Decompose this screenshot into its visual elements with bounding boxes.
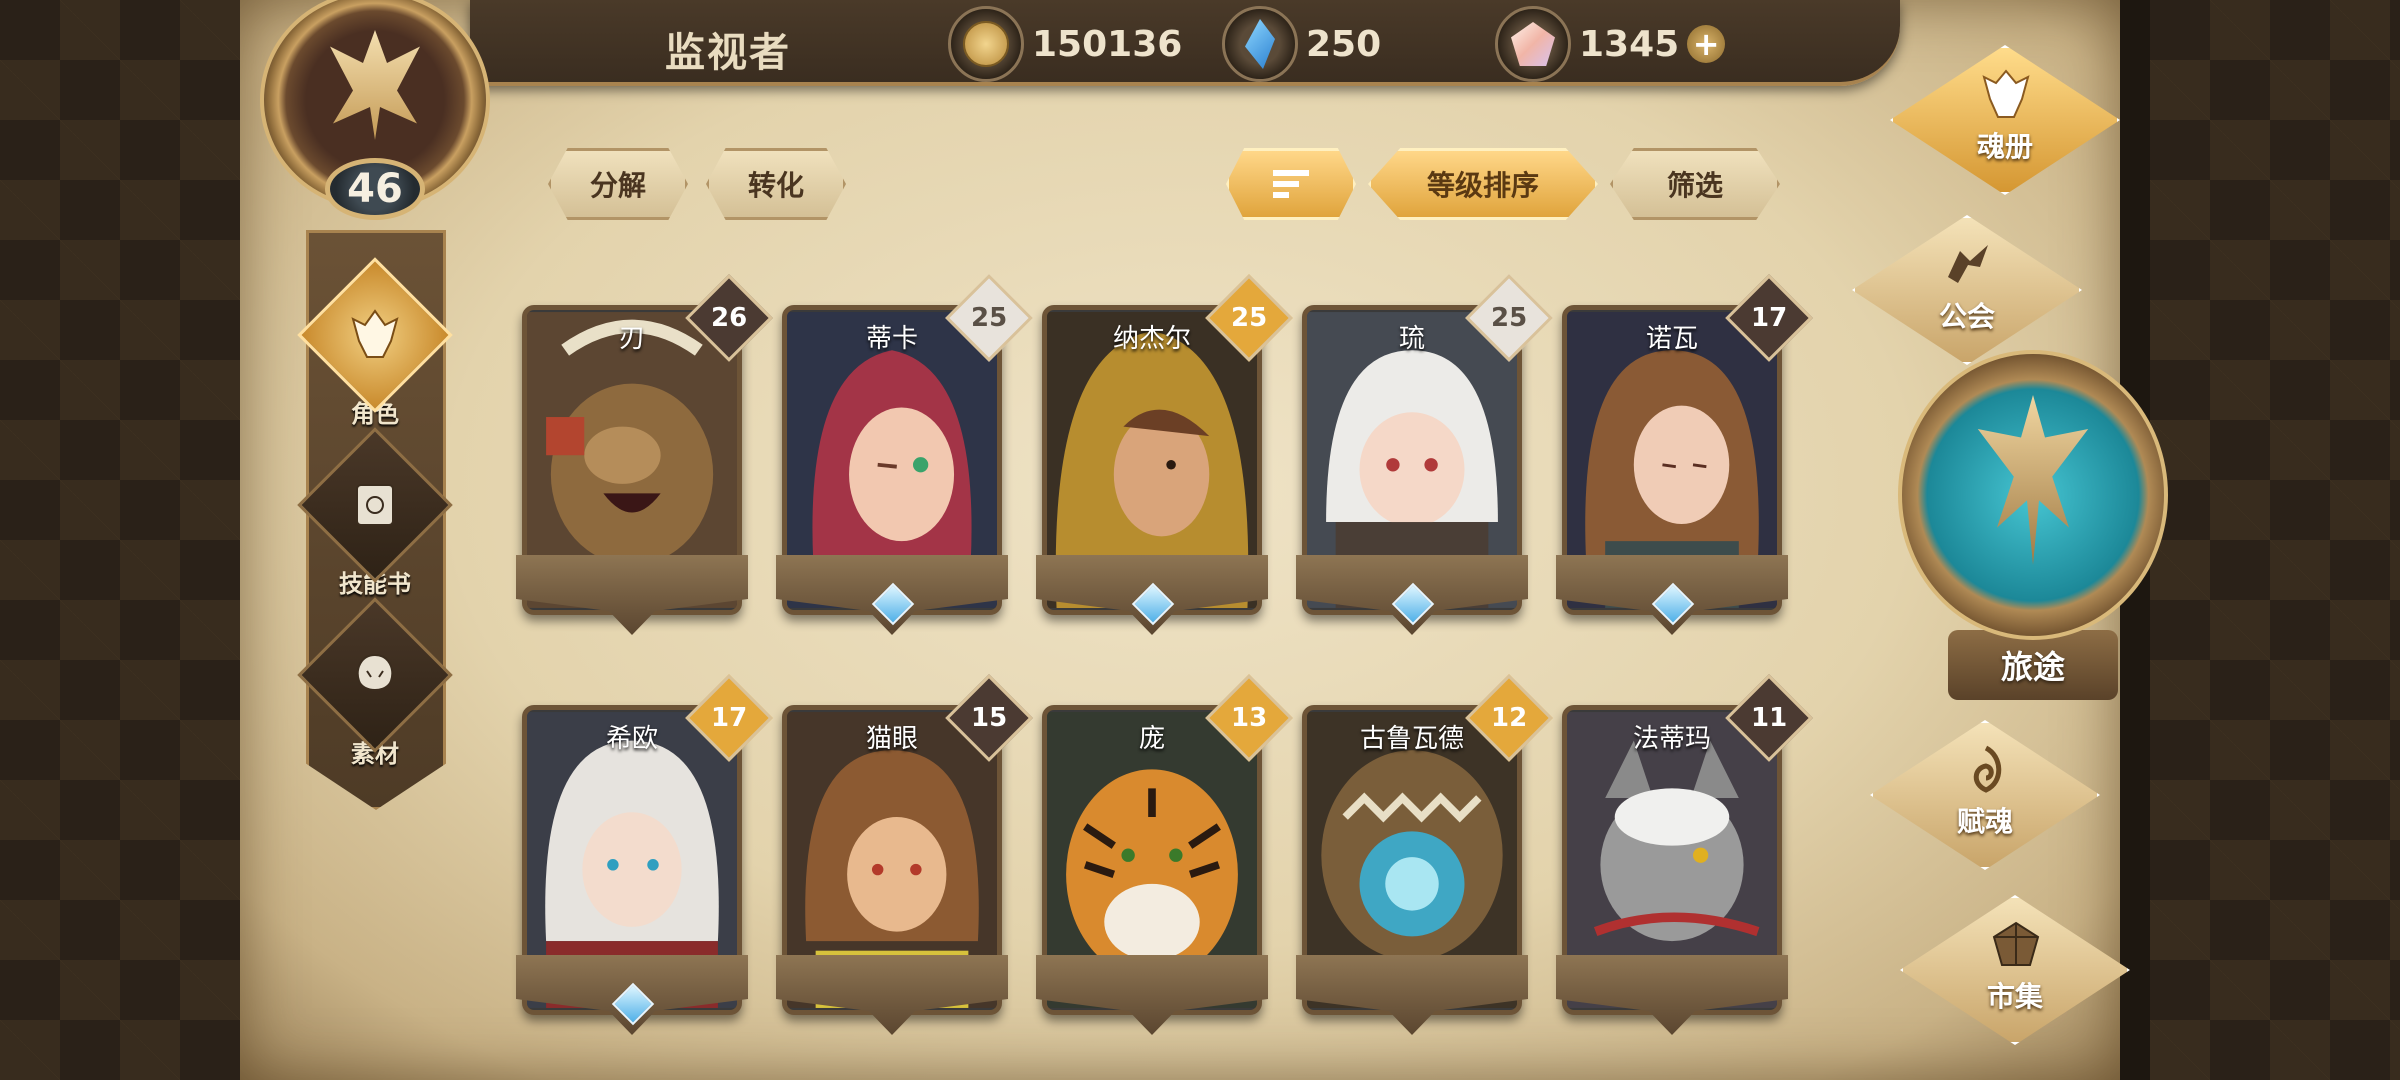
hero-card[interactable]: 希欧 17 — [516, 674, 773, 1035]
convert-button[interactable]: 转化 — [706, 148, 846, 220]
material-icon — [356, 653, 394, 691]
soul-infuse-icon — [1973, 745, 2002, 793]
hero-card[interactable]: 庞 13 — [1036, 674, 1293, 1035]
gem-currency: 1345 + — [1495, 6, 1726, 82]
add-gem-button[interactable]: + — [1687, 25, 1726, 63]
hero-card[interactable]: 古鲁瓦德 12 — [1296, 674, 1553, 1035]
crystal-amount: 250 — [1306, 23, 1382, 65]
hero-card[interactable]: 刃 26 — [516, 274, 773, 635]
nav-item-skill-books[interactable]: 技能书 — [297, 427, 453, 610]
hero-card[interactable]: 纳杰尔 25 — [1036, 274, 1293, 635]
blue-crystal-icon — [1222, 6, 1298, 82]
sort-order-button[interactable] — [1226, 148, 1356, 220]
guild-icon — [1948, 245, 1988, 283]
gem-icon — [1495, 6, 1571, 82]
gold-coin-icon — [948, 6, 1024, 82]
nav-item-materials[interactable]: 素材 — [297, 597, 453, 780]
nav-label-soul-infuse: 赋魂 — [1956, 805, 2013, 838]
nav-soul-book[interactable]: 魂册 — [1890, 45, 2120, 195]
crystal-currency: 250 — [1222, 6, 1382, 82]
journey-button[interactable]: 旅途 — [1898, 350, 2168, 720]
helmet-icon — [351, 309, 399, 358]
nav-label-market: 市集 — [1986, 980, 2043, 1013]
nav-market[interactable]: 市集 — [1900, 895, 2130, 1045]
player-name: 监视者 — [665, 30, 791, 76]
nav-label-guild: 公会 — [1938, 300, 1995, 333]
journey-label: 旅途 — [2000, 648, 2065, 686]
nav-label-soul-book: 魂册 — [1976, 130, 2033, 163]
gold-currency: 150136 — [948, 6, 1183, 82]
filter-button[interactable]: 筛选 — [1610, 148, 1780, 220]
nav-guild[interactable]: 公会 — [1852, 215, 2082, 365]
hero-card[interactable]: 猫眼 15 — [776, 674, 1033, 1035]
hero-card[interactable]: 琉 25 — [1296, 274, 1553, 635]
hero-card[interactable]: 诺瓦 17 — [1556, 274, 1813, 635]
skill-book-icon — [356, 484, 394, 526]
player-level-badge: 46 — [325, 158, 425, 220]
gold-amount: 150136 — [1032, 23, 1183, 65]
player-level-emblem[interactable]: 46 — [250, 0, 500, 230]
soul-book-icon — [1982, 69, 2030, 118]
hero-card[interactable]: 蒂卡 25 — [776, 274, 1033, 635]
nav-item-characters[interactable]: 角色 — [297, 257, 453, 440]
sort-icon — [1273, 170, 1309, 198]
market-icon — [1992, 921, 2040, 966]
decompose-button[interactable]: 分解 — [548, 148, 688, 220]
gem-amount: 1345 — [1579, 23, 1680, 65]
left-decorative-border — [0, 0, 245, 1080]
nav-soul-infuse[interactable]: 赋魂 — [1870, 720, 2100, 870]
hero-card[interactable]: 法蒂玛 11 — [1556, 674, 1813, 1035]
right-decorative-border — [2150, 0, 2400, 1080]
sort-by-level-button[interactable]: 等级排序 — [1368, 148, 1598, 220]
